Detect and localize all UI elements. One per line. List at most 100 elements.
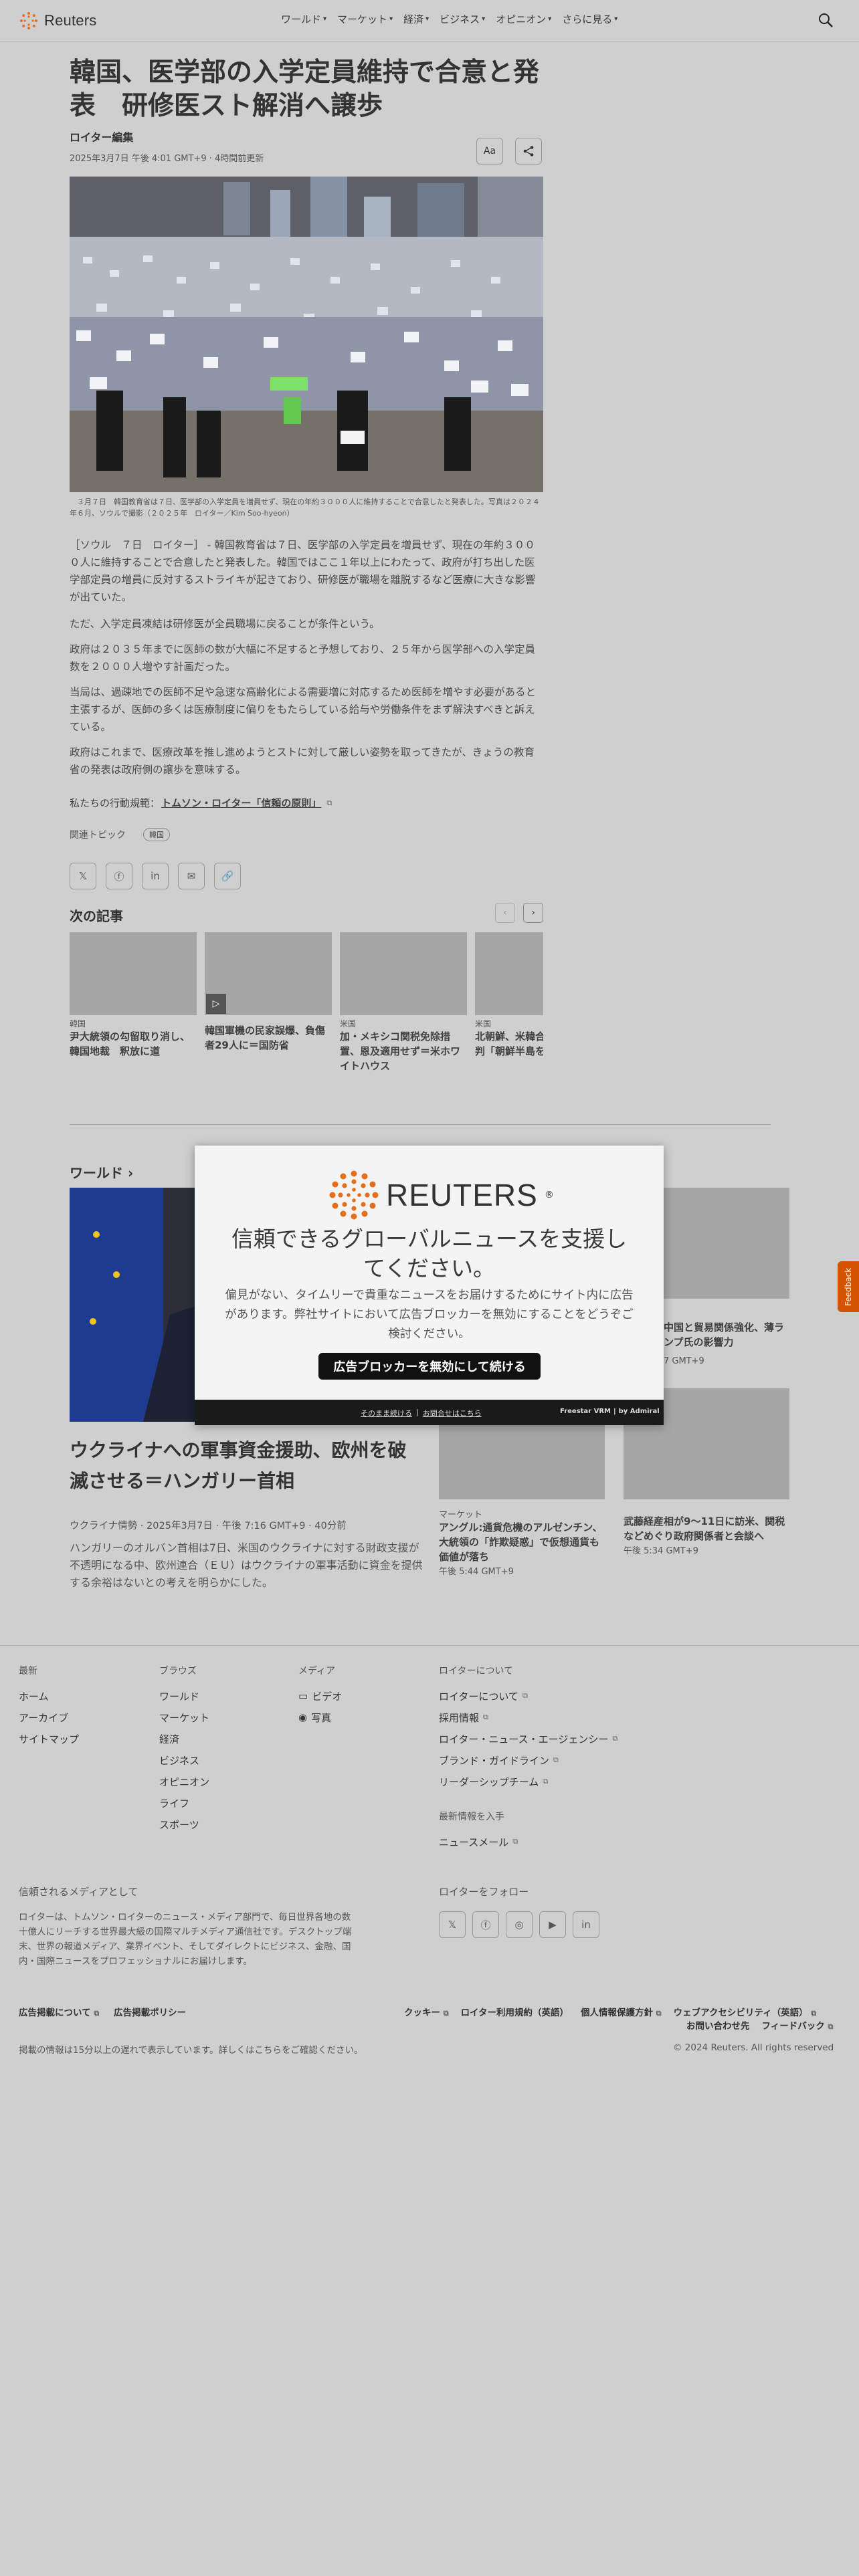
next-article-card[interactable]: 韓国 尹大統領の勾留取り消し、韓国地裁 釈放に道 (70, 932, 197, 1059)
footer-link[interactable]: ロイター・ニュース・エージェンシー ⧉ (439, 1728, 617, 1749)
admiral-credit[interactable]: by Admiral (619, 1408, 660, 1415)
footer-link-video[interactable]: ▭ ビデオ (298, 1685, 342, 1707)
freestar-credit[interactable]: Freestar VRM (560, 1408, 611, 1415)
continue-link[interactable]: そのまま続ける (361, 1408, 412, 1418)
registered-mark: ® (544, 1190, 554, 1200)
contact-link[interactable]: お問合せはこちら (423, 1408, 482, 1418)
footer-link[interactable]: リーダーシップチーム ⧉ (439, 1771, 617, 1792)
footer-link[interactable]: サイトマップ (19, 1728, 79, 1749)
search-icon[interactable] (818, 12, 834, 31)
footer-link[interactable]: ニュースメール ⧉ (439, 1831, 617, 1852)
facebook-social-icon[interactable]: ⓕ (472, 1911, 499, 1938)
footer-link[interactable]: ビジネス (159, 1749, 209, 1771)
footer-link[interactable]: マーケット (159, 1707, 209, 1728)
instagram-social-icon[interactable]: ◎ (506, 1911, 533, 1938)
facebook-share-icon[interactable]: ⓕ (106, 863, 132, 889)
legal-link[interactable]: ウェブアクセシビリティ（英語） ⧉ (674, 2005, 817, 2018)
next-article-card[interactable]: 米国 加・メキシコ関税免除措置、恩及適用せず＝米ホワイトハウス (340, 932, 467, 1073)
external-link-icon: ⧉ (522, 1691, 528, 1700)
article-title: 韓国、医学部の入学定員維持で合意と発表 研修医スト解消へ譲歩 (70, 58, 540, 121)
topic-chip[interactable]: 韓国 (143, 828, 170, 841)
x-social-icon[interactable]: 𝕏 (439, 1911, 466, 1938)
article-byline[interactable]: ロイター編集 (70, 128, 133, 144)
legal-left: 広告掲載について ⧉ 広告掲載ポリシー (19, 2005, 186, 2018)
separator: | (416, 1408, 419, 1416)
carousel-next-button[interactable]: › (523, 903, 543, 923)
chevron-down-icon: ▾ (323, 15, 327, 23)
footer-link[interactable]: ロイターについて ⧉ (439, 1685, 617, 1707)
legal-link[interactable]: 個人情報保護方針 ⧉ (581, 2005, 662, 2018)
nav-more[interactable]: さらに見る ▾ (562, 12, 617, 26)
separator: | (613, 1408, 616, 1415)
external-link-icon: ⧉ (443, 2009, 449, 2018)
font-size-button[interactable]: Aa (476, 138, 503, 165)
footer-link[interactable]: ライフ (159, 1792, 209, 1814)
legal-link[interactable]: フィードバック ⧉ (762, 2018, 834, 2032)
footer-link-photo[interactable]: ◉ 写真 (298, 1707, 342, 1728)
article-dateline: 2025年3月7日 午後 4:01 GMT+9 · 4時間前更新 (70, 154, 264, 164)
feedback-tab[interactable]: Feedback (838, 1261, 859, 1312)
footer-col-heading: 最新情報を入手 (439, 1812, 504, 1822)
card-title: 尹大統領の勾留取り消し、韓国地裁 釈放に道 (70, 1031, 191, 1057)
article-paragraph: ［ソウル ７日 ロイター］ - 韓国教育省は７日、医学部の入学定員を増員せず、現… (70, 539, 536, 603)
principles-prefix: 私たちの行動規範： (70, 797, 161, 809)
story-category: マーケット (439, 1510, 483, 1520)
footer-link[interactable]: ホーム (19, 1685, 79, 1707)
carousel-prev-button[interactable]: ‹ (495, 903, 515, 923)
linkedin-share-icon[interactable]: in (142, 863, 169, 889)
external-link-icon: ⧉ (94, 2009, 100, 2018)
footer-link[interactable]: オピニオン (159, 1771, 209, 1792)
article-paragraph: 政府は２０３５年までに医師の数が大幅に不足すると予想しており、２５年から医学部へ… (70, 643, 535, 673)
legal-link-label: 個人情報保護方針 (581, 2008, 654, 2018)
trust-text: ロイターは、トムソン・ロイターのニュース・メディア部門で、毎日世界各地の数十億人… (19, 1912, 352, 1967)
legal-link[interactable]: お問い合わせ先 (686, 2018, 750, 2032)
link-copy-icon[interactable]: 🔗 (214, 863, 241, 889)
video-camera-icon: ▭ (298, 1690, 308, 1702)
disable-adblock-button[interactable]: 広告ブロッカーを無効にして続ける (318, 1353, 541, 1380)
youtube-social-icon[interactable]: ▶ (539, 1911, 566, 1938)
x-share-icon[interactable]: 𝕏 (70, 863, 96, 889)
nav-label: マーケット (337, 13, 388, 25)
card-thumbnail (475, 932, 543, 1015)
nav-world[interactable]: ワールド ▾ (281, 12, 326, 26)
nav-markets[interactable]: マーケット ▾ (337, 12, 393, 26)
nav-economy[interactable]: 経済 ▾ (403, 12, 429, 26)
linkedin-social-icon[interactable]: in (573, 1911, 599, 1938)
feature-title[interactable]: ウクライナへの軍事資金援助、欧州を破滅させる＝ハンガリー首相 (70, 1435, 417, 1497)
story-card[interactable]: マーケット アングル:通貨危機のアルゼンチン、大統領の「詐欺疑惑」で仮想通貨も価… (439, 1507, 605, 1577)
nav-label: ビジネス (440, 13, 480, 25)
footer-col-heading: 最新 (19, 1666, 37, 1677)
footer-divider (0, 1645, 859, 1646)
article-paragraph: 当局は、過疎地での医師不足や急速な高齢化による需要増に対応するため医師を増やす必… (70, 686, 537, 733)
footer-link[interactable]: アーカイブ (19, 1707, 79, 1728)
next-article-card-partial[interactable]: 米国 北朝鮮、米韓合同演習を批判「朝鮮半島を悪化させる」 (475, 932, 543, 1059)
reuters-logo[interactable]: Reuters (19, 11, 96, 31)
story-title[interactable]: 中国と貿易関係強化、薄ランプ氏の影響力 (664, 1320, 784, 1350)
nav-label: オピニオン (496, 13, 547, 25)
legal-link[interactable]: 広告掲載ポリシー (114, 2005, 186, 2018)
article-paragraph: 政府はこれまで、医療改革を推し進めようとストに対して厳しい姿勢を取ってきたが、き… (70, 746, 535, 776)
world-section-heading[interactable]: ワールド › (70, 1162, 133, 1182)
nav-business[interactable]: ビジネス ▾ (440, 12, 485, 26)
footer-link[interactable]: スポーツ (159, 1814, 209, 1835)
legal-link[interactable]: ロイター利用規約（英語） (461, 2005, 569, 2018)
email-share-icon[interactable]: ✉ (178, 863, 205, 889)
footer-link[interactable]: 経済 (159, 1728, 209, 1749)
card-category: 米国 (475, 1019, 492, 1029)
legal-link[interactable]: クッキー ⧉ (404, 2005, 449, 2018)
share-button[interactable] (515, 138, 542, 165)
footer-link[interactable]: ブランド・ガイドライン ⧉ (439, 1749, 617, 1771)
footer-col-about: ロイターについて ロイターについて ⧉ 採用情報 ⧉ ロイター・ニュース・エージェン… (439, 1664, 617, 1852)
card-title: 韓国軍機の民家誤爆、負傷者29人に＝国防省 (205, 1025, 326, 1051)
next-article-card[interactable]: ▷ 韓国軍機の民家誤爆、負傷者29人に＝国防省 (205, 932, 332, 1053)
footer-link[interactable]: 採用情報 ⧉ (439, 1707, 617, 1728)
modal-body: 偏見がない、タイムリーで貴重なニュースをお届けするためにサイト内に広告があります… (225, 1289, 634, 1341)
legal-link[interactable]: 広告掲載について ⧉ (19, 2005, 99, 2018)
footer-link-label: ビデオ (312, 1690, 343, 1703)
footer-link[interactable]: ワールド (159, 1685, 209, 1707)
story-card[interactable]: 武藤経産相が9～11日に訪米、関税などめぐり政府関係者と会談へ 午後 5:34 … (624, 1514, 789, 1556)
principles-link[interactable]: トムソン・ロイター「信頼の原則」 (161, 796, 321, 810)
nav-opinion[interactable]: オピニオン ▾ (496, 12, 551, 26)
external-link-icon: ⧉ (828, 2022, 834, 2031)
chevron-down-icon: ▾ (482, 15, 486, 23)
